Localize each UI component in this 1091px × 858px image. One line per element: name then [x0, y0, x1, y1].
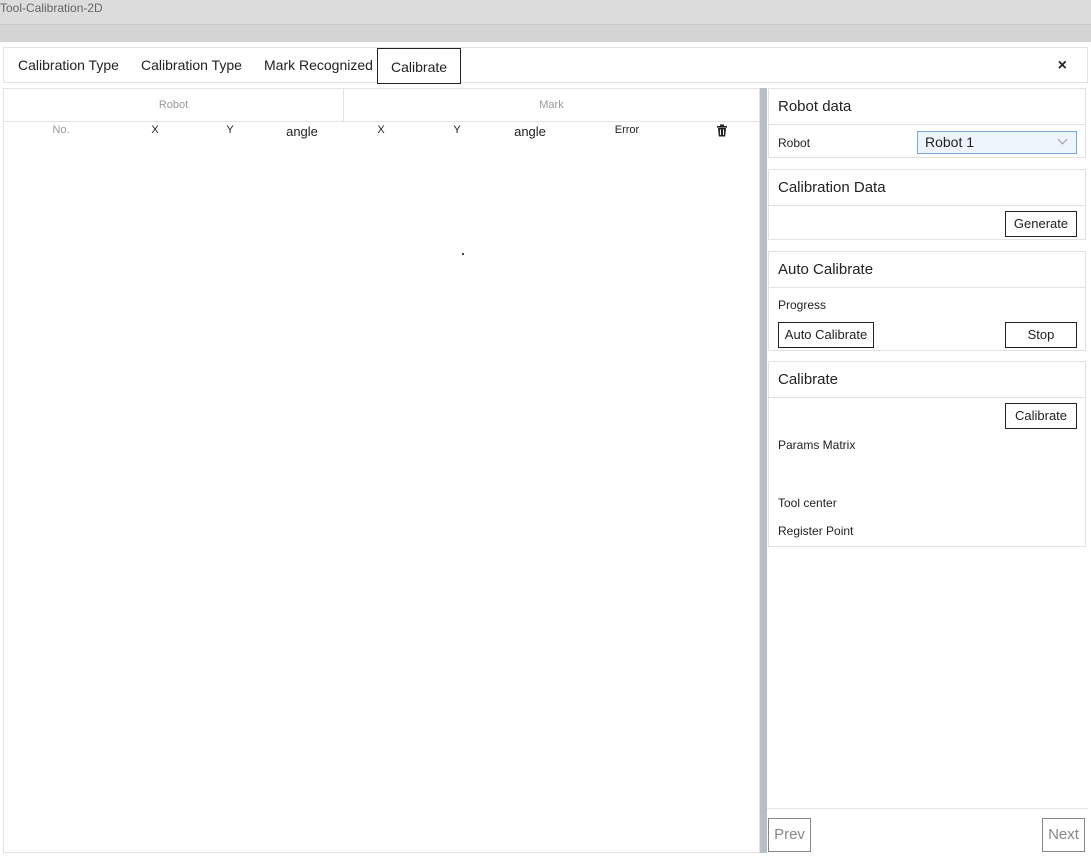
column-no: No. — [52, 124, 70, 136]
calibrate-button[interactable]: Calibrate — [1005, 403, 1077, 429]
footer-divider — [767, 808, 1088, 809]
tool-center-label: Tool center — [778, 496, 837, 510]
auto-calibrate-button[interactable]: Auto Calibrate — [778, 322, 874, 348]
mark-group-header: Mark — [344, 89, 759, 122]
column-mark-x: X — [377, 124, 385, 136]
tab-calibrate[interactable]: Calibrate — [377, 48, 462, 84]
column-robot-x: X — [151, 124, 159, 136]
column-mark-angle: angle — [514, 124, 546, 139]
panel-splitter[interactable] — [760, 88, 767, 853]
column-mark-y: Y — [453, 124, 461, 136]
right-panel: Robot data Robot Robot 1 Calibration Dat… — [767, 88, 1088, 853]
robot-group-header: Robot — [4, 89, 344, 122]
robot-data-section: Robot data Robot Robot 1 — [768, 88, 1086, 158]
progress-label: Progress — [778, 298, 827, 312]
auto-calibrate-section: Auto Calibrate Progress Auto Calibrate S… — [768, 251, 1086, 351]
calibration-data-title: Calibration Data — [769, 170, 1085, 206]
chevron-down-icon — [1057, 134, 1068, 145]
close-icon[interactable]: × — [1058, 57, 1067, 75]
generate-button[interactable]: Generate — [1005, 211, 1077, 237]
calibrate-title: Calibrate — [769, 362, 1085, 398]
robot-data-title: Robot data — [769, 89, 1085, 125]
trash-icon[interactable] — [716, 124, 728, 137]
stray-dot — [462, 253, 464, 255]
robot-select[interactable]: Robot 1 — [917, 131, 1077, 154]
column-robot-y: Y — [226, 124, 234, 136]
tab-calibration-type-1[interactable]: Calibration Type — [18, 48, 119, 83]
stop-button[interactable]: Stop — [1005, 322, 1077, 348]
next-button[interactable]: Next — [1042, 818, 1085, 852]
calibration-data-section: Calibration Data Generate — [768, 169, 1086, 240]
robot-label: Robot — [778, 136, 811, 150]
sub-bar — [0, 25, 1091, 42]
window-title: Tool-Calibration-2D — [0, 1, 103, 15]
auto-calibrate-title: Auto Calibrate — [769, 252, 1085, 288]
title-bar: Tool-Calibration-2D — [0, 0, 1091, 25]
tab-bar: Calibration Type Calibration Type Mark R… — [3, 47, 1088, 84]
tab-calibration-type-2[interactable]: Calibration Type — [141, 48, 242, 83]
tab-mark-recognized[interactable]: Mark Recognized — [264, 48, 373, 83]
prev-button[interactable]: Prev — [768, 818, 811, 852]
column-robot-angle: angle — [286, 124, 318, 139]
robot-select-value: Robot 1 — [925, 134, 975, 150]
calibration-table: Robot Mark No. X Y angle X Y angle Error — [3, 88, 760, 853]
register-point-label: Register Point — [778, 524, 854, 538]
calibrate-section: Calibrate Calibrate Params Matrix Tool c… — [768, 361, 1086, 547]
params-matrix-label: Params Matrix — [778, 438, 856, 452]
column-error: Error — [614, 124, 640, 136]
